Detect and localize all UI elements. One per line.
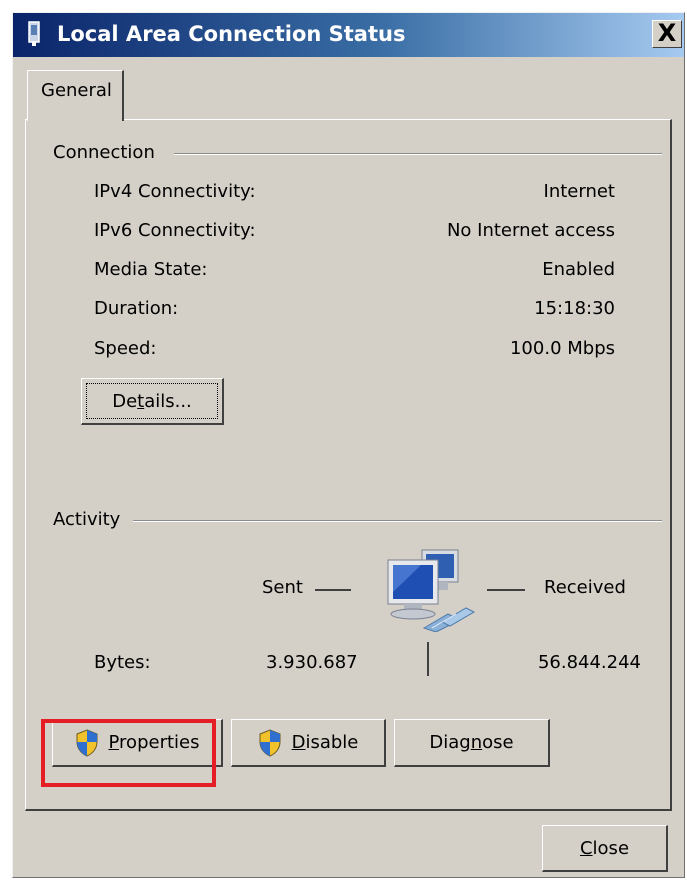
received-dash xyxy=(487,589,525,591)
window-title: Local Area Connection Status xyxy=(57,22,406,46)
connection-group-label: Connection xyxy=(53,142,155,163)
network-computers-icon xyxy=(387,549,476,632)
disable-button-label: Disable xyxy=(291,732,359,753)
ipv6-connectivity-label: IPv6 Connectivity: xyxy=(94,220,256,241)
close-button-label: Close xyxy=(579,837,630,859)
speed-label: Speed: xyxy=(94,338,157,359)
properties-button[interactable]: Properties xyxy=(52,719,223,767)
status-dialog: Local Area Connection Status X General C… xyxy=(12,12,685,878)
ipv6-connectivity-value: No Internet access xyxy=(446,220,615,241)
media-state-label: Media State: xyxy=(94,259,208,280)
duration-label: Duration: xyxy=(94,298,179,319)
tab-general-label: General xyxy=(41,80,112,101)
activity-group-divider xyxy=(133,520,662,522)
tab-general[interactable]: General xyxy=(27,70,124,121)
speed-value: 100.0 Mbps xyxy=(509,338,615,359)
ipv4-connectivity-value: Internet xyxy=(543,181,615,202)
uac-shield-icon xyxy=(76,728,97,757)
disable-button[interactable]: Disable xyxy=(231,719,386,767)
close-icon: X xyxy=(657,19,677,47)
close-window-button[interactable]: X xyxy=(652,20,682,48)
details-button[interactable]: Details... xyxy=(81,378,224,425)
title-bar[interactable]: Local Area Connection Status X xyxy=(13,13,684,57)
bytes-received-value: 56.844.244 xyxy=(537,652,641,673)
media-state-value: Enabled xyxy=(542,259,615,280)
uac-shield-icon xyxy=(259,728,281,757)
diagnose-button[interactable]: Diagnose xyxy=(394,719,550,767)
properties-button-label: Properties xyxy=(108,732,200,753)
activity-group-label: Activity xyxy=(53,509,121,530)
ipv4-connectivity-label: IPv4 Connectivity: xyxy=(94,181,256,202)
bytes-divider xyxy=(427,642,429,676)
sent-label: Sent xyxy=(262,577,303,598)
received-label: Received xyxy=(544,577,626,598)
connection-group-divider xyxy=(174,153,662,155)
details-focus-rect xyxy=(86,383,218,419)
sent-dash xyxy=(315,589,351,591)
general-tab-panel: Connection IPv4 Connectivity: Internet I… xyxy=(25,119,672,811)
diagnose-button-label: Diagnose xyxy=(429,732,514,753)
bytes-label: Bytes: xyxy=(94,652,151,673)
bytes-sent-value: 3.930.687 xyxy=(266,652,358,673)
duration-value: 15:18:30 xyxy=(534,298,615,319)
close-button[interactable]: Close xyxy=(542,825,668,872)
network-adapter-icon xyxy=(28,21,40,46)
